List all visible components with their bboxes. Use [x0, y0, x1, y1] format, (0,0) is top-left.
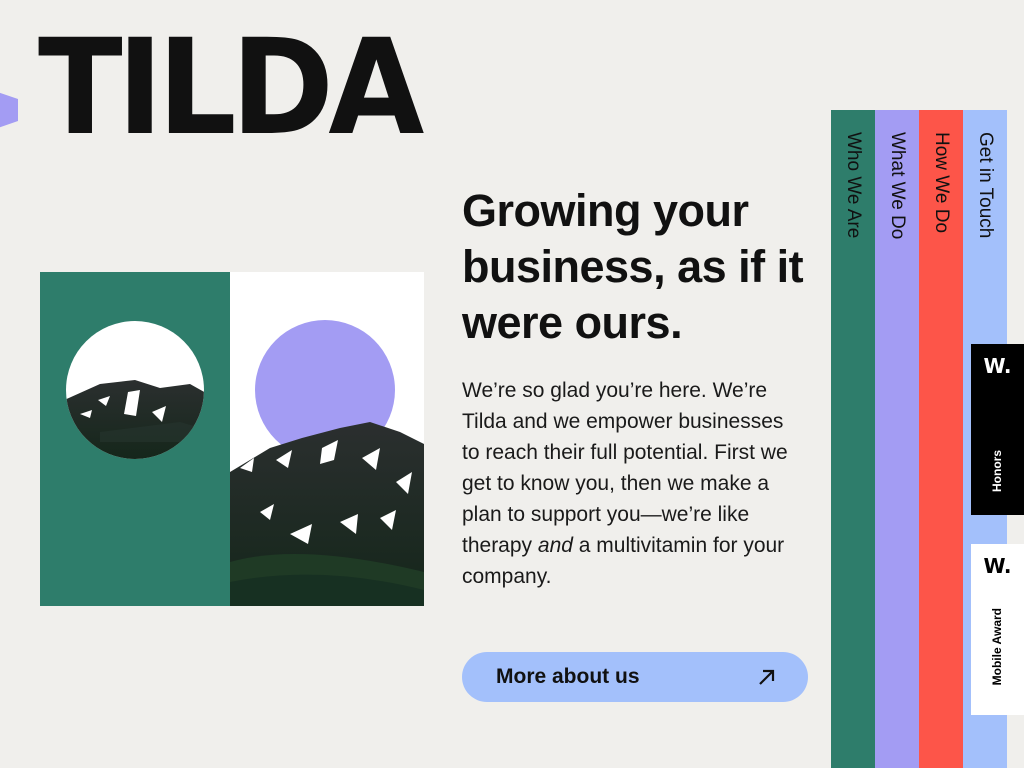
award-badge-mobile[interactable]: W. Mobile Award — [971, 544, 1024, 715]
nav-label-who-we-are: Who We Are — [843, 132, 864, 239]
more-about-us-button[interactable]: More about us — [462, 652, 808, 702]
nav-label-what-we-do: What We Do — [887, 132, 908, 240]
hexagon-shape — [0, 92, 18, 128]
nav-label-how-we-do: How We Do — [931, 132, 952, 234]
awwwards-logo: W. — [983, 554, 1012, 578]
hero-intro: We’re so glad you’re here. We’re Tilda a… — [462, 375, 802, 592]
site-logo[interactable]: TILDA — [38, 22, 424, 154]
awwwards-logo: W. — [983, 354, 1012, 378]
hero-image — [40, 272, 424, 606]
nav-label-get-in-touch: Get in Touch — [975, 132, 996, 239]
nav-how-we-do[interactable]: How We Do — [919, 110, 963, 768]
intro-emphasis: and — [537, 534, 573, 557]
hero-headline: Growing your business, as if it were our… — [462, 185, 804, 348]
nav-who-we-are[interactable]: Who We Are — [831, 110, 875, 768]
intro-text: We’re so glad you’re here. We’re Tilda a… — [462, 379, 788, 557]
more-about-us-label: More about us — [496, 665, 640, 688]
award-label-honors: Honors — [990, 450, 1004, 492]
award-badge-honors[interactable]: W. Honors — [971, 344, 1024, 515]
arrow-up-right-icon — [759, 669, 775, 685]
nav-what-we-do[interactable]: What We Do — [875, 110, 919, 768]
award-label-mobile: Mobile Award — [990, 608, 1004, 686]
